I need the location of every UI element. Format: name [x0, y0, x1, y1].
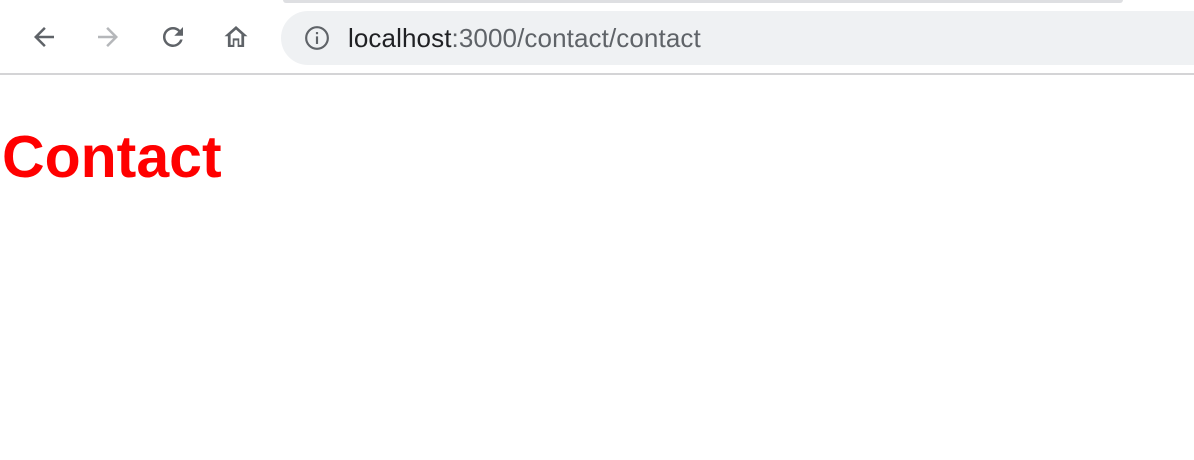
arrow-left-icon: [34, 27, 54, 47]
page-content: Contact: [0, 75, 1194, 460]
url-path: :3000/contact/contact: [451, 23, 701, 53]
home-button[interactable]: [218, 19, 254, 55]
back-button[interactable]: [26, 19, 62, 55]
tab-strip-edge: [283, 0, 1123, 3]
url-host: localhost: [348, 23, 452, 53]
forward-button[interactable]: [90, 19, 126, 55]
home-icon: [224, 26, 248, 47]
address-bar[interactable]: localhost:3000/contact/contact: [281, 11, 1194, 65]
browser-toolbar: localhost:3000/contact/contact: [0, 0, 1194, 75]
info-icon[interactable]: [304, 25, 330, 51]
arrow-right-icon: [98, 27, 118, 47]
reload-button[interactable]: [155, 19, 191, 55]
page-title: Contact: [2, 124, 222, 190]
reload-icon: [162, 26, 183, 47]
url-text[interactable]: localhost:3000/contact/contact: [348, 24, 701, 52]
